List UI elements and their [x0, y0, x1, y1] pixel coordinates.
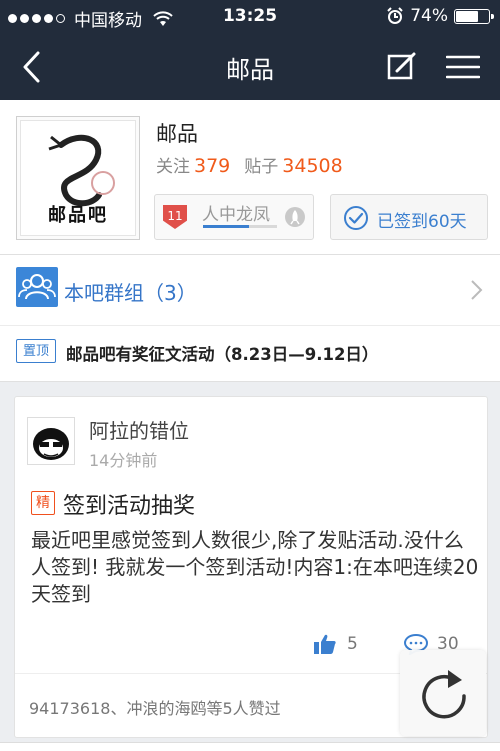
level-progress-fill	[203, 225, 249, 228]
compose-icon[interactable]	[386, 52, 418, 82]
battery-percent: 74%	[410, 6, 448, 26]
page-title: 邮品	[226, 56, 274, 84]
battery-icon	[454, 8, 494, 24]
forum-stats: 关注 379 贴子 34508	[156, 152, 357, 177]
thumbs-up-icon	[314, 634, 336, 654]
post-time: 14分钟前	[89, 451, 158, 470]
likers-text[interactable]: 94173618、冲浪的海鸥等5人赞过	[29, 695, 281, 719]
avatar-face-icon	[28, 418, 74, 464]
check-circle-icon	[344, 206, 368, 230]
level-badge: 11	[163, 205, 187, 229]
post-title[interactable]: 签到活动抽奖	[63, 488, 195, 520]
posts-label: 贴子	[244, 157, 279, 177]
forum-header: 邮品吧 邮品 关注 379 贴子 34508 11 人中龙凤 已签到60天	[0, 100, 500, 255]
group-label: 本吧群组（3）	[64, 281, 197, 305]
forum-logo[interactable]: 邮品吧	[16, 116, 140, 240]
signin-button[interactable]: 已签到60天	[330, 194, 488, 240]
menu-icon[interactable]	[446, 54, 480, 80]
status-bar: 中国移动 13:25 74%	[0, 0, 500, 34]
avatar[interactable]	[27, 417, 75, 465]
level-title: 人中龙凤	[202, 205, 270, 225]
like-count: 5	[347, 634, 358, 654]
user-level[interactable]: 11 人中龙凤	[154, 194, 314, 240]
group-people-icon	[16, 267, 58, 307]
forum-group-row[interactable]: 本吧群组（3）	[0, 255, 500, 325]
follow-label: 关注	[156, 157, 190, 177]
level-progress-bar	[203, 225, 277, 228]
like-button[interactable]: 5	[313, 633, 358, 655]
logo-frame: 邮品吧	[20, 120, 136, 236]
featured-badge: 精	[31, 491, 55, 515]
battery-fill	[456, 10, 479, 22]
forum-name: 邮品	[156, 122, 198, 146]
status-right: 74%	[386, 6, 494, 26]
posts-count: 34508	[282, 155, 343, 177]
pinned-post-title: 邮品吧有奖征文活动（8.23日—9.12日）	[66, 345, 379, 364]
refresh-button[interactable]	[400, 650, 486, 736]
pinned-post-row[interactable]: 置顶 邮品吧有奖征文活动（8.23日—9.12日）	[0, 325, 500, 382]
follow-count: 379	[194, 155, 231, 177]
pinned-tag: 置顶	[16, 339, 56, 363]
nav-bar: 邮品	[0, 34, 500, 100]
logo-text: 邮品吧	[48, 205, 108, 226]
post-author[interactable]: 阿拉的错位	[89, 415, 189, 444]
chevron-right-icon	[471, 280, 483, 300]
alarm-icon	[387, 7, 403, 24]
rocket-icon	[285, 207, 305, 227]
signin-label: 已签到60天	[377, 212, 467, 232]
post-body: 最近吧里感觉签到人数很少,除了发贴活动.没什么人签到! 我就发一个签到活动!内容…	[31, 528, 479, 606]
refresh-icon	[422, 670, 466, 719]
